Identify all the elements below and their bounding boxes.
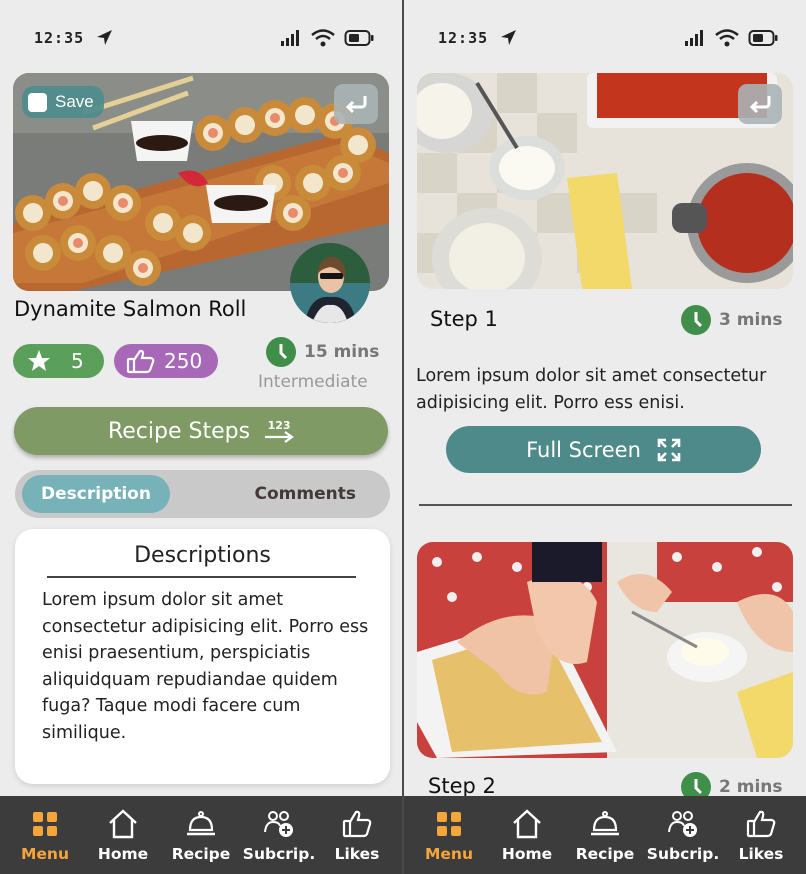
likes-count: 250 (164, 349, 203, 373)
bottom-nav: Menu Home Recipe Subcrip. Likes (404, 796, 806, 874)
steps-badge-number: 123 (267, 418, 291, 432)
nav-home-label: Home (97, 844, 149, 863)
tab-description[interactable]: Description (22, 475, 170, 513)
description-text: Lorem ipsum dolor sit amet consectetur a… (42, 590, 369, 743)
nav-recipe-label: Recipe (171, 844, 231, 863)
recipe-title: Dynamite Salmon Roll (14, 297, 247, 321)
nav-menu-label: Menu (424, 844, 473, 863)
description-heading: Descriptions (134, 543, 271, 568)
nav-subscriptions[interactable]: Subcrip. (243, 808, 315, 863)
cloche-icon (591, 810, 619, 835)
status-time: 12:35 (438, 29, 489, 47)
nav-recipe-label: Recipe (575, 844, 635, 863)
battery-icon (748, 30, 778, 46)
recipe-steps-button[interactable]: Recipe Steps 123 (14, 407, 388, 455)
step1-label: Step 1 (430, 307, 498, 331)
cook-time: 15 mins (266, 337, 379, 367)
step1-time: 3 mins (681, 305, 783, 335)
nav-likes-label: Likes (738, 844, 784, 863)
save-label: Save (55, 92, 94, 111)
step-separator (419, 504, 792, 506)
step2-time-value: 2 mins (719, 777, 783, 797)
status-bar: 12:35 (34, 26, 374, 50)
nav-likes[interactable]: Likes (321, 808, 393, 863)
nav-home-label: Home (501, 844, 553, 863)
grid-icon (437, 811, 461, 836)
detail-tabs: Description Comments (15, 470, 390, 518)
undo-arrow-icon (749, 96, 771, 114)
signal-icon (685, 30, 703, 46)
star-icon (28, 350, 50, 371)
expand-icon (657, 438, 681, 461)
recipe-steps-label: Recipe Steps (107, 418, 251, 444)
full-screen-button[interactable]: Full Screen (446, 426, 761, 473)
step1-description: Lorem ipsum dolor sit amet consectetur a… (416, 366, 767, 413)
nav-recipe[interactable]: Recipe (165, 808, 237, 863)
grid-icon (33, 811, 57, 836)
save-toggle[interactable]: Save (22, 86, 104, 118)
bottom-nav: Menu Home Recipe Subcrip. Likes (0, 796, 402, 874)
step1-time-value: 3 mins (719, 310, 783, 330)
full-screen-label: Full Screen (526, 437, 641, 462)
location-arrow-icon (501, 30, 517, 45)
battery-icon (344, 30, 374, 46)
nav-home[interactable]: Home (491, 808, 563, 863)
undo-arrow-icon (345, 96, 367, 114)
nav-menu[interactable]: Menu (9, 808, 81, 863)
recipe-detail-screen: 12:35 Save Dynamite Salmon Roll 5 250 15… (0, 0, 402, 874)
nav-menu-label: Menu (20, 844, 69, 863)
rating-value: 5 (71, 349, 84, 373)
nav-subscriptions-label: Subcrip. (242, 844, 316, 863)
users-plus-icon (668, 810, 697, 837)
wifi-icon (311, 29, 335, 47)
recipe-steps-screen: 12:35 Step 1 3 mins Lorem ipsum dolor si… (404, 0, 806, 874)
step2-label: Step 2 (428, 774, 496, 798)
heading-rule (47, 576, 356, 578)
thumbs-up-icon (342, 810, 372, 837)
description-card: Descriptions Lorem ipsum dolor sit amet … (15, 529, 390, 784)
home-icon (109, 808, 137, 838)
clock-icon (681, 305, 711, 335)
back-button[interactable] (334, 84, 378, 124)
nav-menu[interactable]: Menu (413, 808, 485, 863)
back-button[interactable] (738, 84, 782, 124)
step1-image (417, 73, 793, 289)
clock-icon (266, 337, 296, 367)
location-arrow-icon (97, 30, 113, 45)
likes-badge[interactable]: 250 (114, 344, 218, 378)
step2-image (417, 542, 793, 758)
author-avatar[interactable] (290, 243, 370, 323)
signal-icon (281, 30, 299, 46)
nav-subscriptions-label: Subcrip. (646, 844, 720, 863)
nav-likes[interactable]: Likes (725, 808, 797, 863)
thumbs-up-icon (746, 810, 776, 837)
rating-badge: 5 (13, 344, 104, 378)
status-bar: 12:35 (438, 26, 778, 50)
difficulty-level: Intermediate (258, 372, 368, 392)
thumbs-up-icon (126, 349, 155, 374)
nav-likes-label: Likes (334, 844, 380, 863)
nav-home[interactable]: Home (87, 808, 159, 863)
save-checkbox[interactable] (28, 92, 47, 112)
numbered-list-icon: 123 (264, 420, 294, 443)
status-time: 12:35 (34, 29, 85, 47)
cloche-icon (187, 810, 215, 835)
home-icon (513, 808, 541, 838)
users-plus-icon (264, 810, 293, 837)
nav-recipe[interactable]: Recipe (569, 808, 641, 863)
nav-subscriptions[interactable]: Subcrip. (647, 808, 719, 863)
cook-time-value: 15 mins (304, 342, 380, 362)
wifi-icon (715, 29, 739, 47)
tab-comments[interactable]: Comments (255, 475, 356, 513)
